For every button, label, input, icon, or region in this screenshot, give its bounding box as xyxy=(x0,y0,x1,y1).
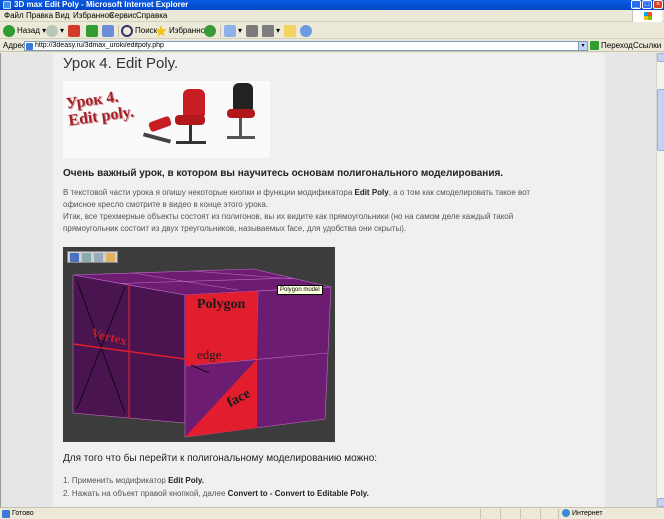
polygon-paragraph: Итак, все трехмерные объекты состоят из … xyxy=(63,212,514,233)
toolbar-separator xyxy=(220,25,221,37)
scroll-down-button[interactable] xyxy=(657,498,664,507)
back-button[interactable]: Назад ▾ xyxy=(3,24,46,38)
links-button[interactable]: Ссылки xyxy=(633,40,661,52)
history-button[interactable] xyxy=(204,24,218,38)
messenger-button[interactable] xyxy=(300,24,314,38)
vertical-scrollbar[interactable] xyxy=(656,53,664,507)
mail-icon xyxy=(224,24,236,37)
home-icon xyxy=(102,24,114,37)
status-bar: Готово Интернет xyxy=(0,507,664,519)
address-dropdown-button[interactable]: ▾ xyxy=(578,41,588,51)
list-item: 2. Нажать на объект правой кнопкой, дале… xyxy=(63,489,369,498)
print-icon xyxy=(246,24,258,37)
page-content: Урок 4. Edit Poly. Урок 4. Edit poly. Оч… xyxy=(53,53,605,507)
page-title: Урок 4. Edit Poly. xyxy=(63,55,179,72)
favorites-button[interactable]: Избранное xyxy=(155,24,210,38)
intro-paragraph: В текстовой части урока я опишу некоторы… xyxy=(63,188,531,209)
red-chair-seat xyxy=(175,115,205,125)
search-button[interactable]: Поиск xyxy=(121,24,157,38)
toolbar: Назад ▾ ▾ Поиск Избранное ▾ ▾ xyxy=(0,23,664,39)
window-titlebar: 3D max Edit Poly - Microsoft Internet Ex… xyxy=(0,0,664,10)
forward-arrow-icon xyxy=(46,24,58,37)
chair-part xyxy=(147,115,173,133)
messenger-icon xyxy=(300,24,312,37)
label-polygon: Polygon xyxy=(197,297,246,312)
ie-icon xyxy=(3,1,11,9)
lesson-subheading: Очень важный урок, в котором вы научитес… xyxy=(63,168,504,179)
black-chair-back xyxy=(233,83,253,111)
polygon-box-drawing xyxy=(72,268,332,438)
scroll-up-button[interactable] xyxy=(657,53,664,62)
toolbar-separator xyxy=(118,25,119,37)
page-viewport: Урок 4. Edit Poly. Урок 4. Edit poly. Оч… xyxy=(0,53,656,507)
home-button[interactable] xyxy=(102,24,116,38)
red-chair-base xyxy=(176,141,206,144)
polygon-diagram-image: Polygon model Polygon Vertex edge face xyxy=(63,247,335,442)
status-cell xyxy=(480,509,481,519)
print-button[interactable] xyxy=(246,24,260,38)
maximize-button[interactable]: □ xyxy=(642,0,652,9)
status-cell xyxy=(540,509,541,519)
steps-list: 1. Применить модификатор Edit Poly. 2. Н… xyxy=(63,474,369,500)
address-input[interactable]: http://3deasy.ru/3dmax_uroki/editpoly.ph… xyxy=(24,41,588,51)
page-done-icon xyxy=(2,510,10,518)
refresh-button[interactable] xyxy=(86,24,100,38)
refresh-icon xyxy=(86,24,98,37)
menu-favorites[interactable]: Избранное xyxy=(73,10,114,22)
lesson-banner-image: Урок 4. Edit poly. xyxy=(63,81,270,158)
print-icon[interactable] xyxy=(82,253,91,262)
red-chair-back xyxy=(183,89,205,117)
back-arrow-icon xyxy=(3,24,15,37)
image-toolbar[interactable] xyxy=(67,251,118,263)
black-chair-seat xyxy=(227,109,255,118)
save-icon[interactable] xyxy=(70,253,79,262)
internet-globe-icon xyxy=(562,509,570,518)
window-title: 3D max Edit Poly - Microsoft Internet Ex… xyxy=(14,0,189,9)
stop-icon xyxy=(68,24,80,37)
menu-tools[interactable]: Сервис xyxy=(109,10,136,22)
menu-edit[interactable]: Правка xyxy=(26,10,53,22)
favorites-star-icon xyxy=(155,24,167,37)
menu-file[interactable]: Файл xyxy=(4,10,24,22)
folder-button[interactable] xyxy=(284,24,298,38)
go-button[interactable]: Переход xyxy=(590,40,633,52)
chair-part xyxy=(142,132,172,144)
status-text: Готово xyxy=(12,510,34,517)
page-icon xyxy=(26,43,33,50)
minimize-button[interactable]: _ xyxy=(631,0,641,9)
menu-help[interactable]: Справка xyxy=(136,10,167,22)
polygon-tooltip: Polygon model xyxy=(277,285,323,295)
section-heading: Для того что бы перейти к полигональному… xyxy=(63,453,378,464)
status-cell xyxy=(520,509,521,519)
folder-icon xyxy=(284,24,296,37)
label-edge: edge xyxy=(197,347,222,362)
windows-logo-icon xyxy=(644,12,652,20)
scroll-thumb[interactable] xyxy=(657,89,664,151)
red-chair-stem xyxy=(189,125,192,141)
edit-icon xyxy=(262,24,274,37)
mail-button[interactable]: ▾ xyxy=(224,24,242,38)
menu-bar: Файл Правка Вид Избранное Сервис Справка xyxy=(0,10,664,22)
go-arrow-icon xyxy=(590,41,599,51)
close-button[interactable]: × xyxy=(653,0,663,9)
address-url: http://3deasy.ru/3dmax_uroki/editpoly.ph… xyxy=(35,42,164,49)
edit-button[interactable]: ▾ xyxy=(262,24,280,38)
menu-view[interactable]: Вид xyxy=(55,10,69,22)
stop-button[interactable] xyxy=(68,24,82,38)
status-cell xyxy=(500,509,501,519)
security-zone: Интернет xyxy=(562,508,603,519)
windows-flag xyxy=(632,10,662,22)
search-icon xyxy=(121,24,133,37)
history-icon xyxy=(204,24,216,37)
list-item: 1. Применить модификатор Edit Poly. xyxy=(63,476,204,485)
status-cell xyxy=(558,509,559,519)
forward-button[interactable]: ▾ xyxy=(46,24,64,38)
black-chair-base xyxy=(227,136,255,139)
black-chair-stem xyxy=(239,118,242,136)
mail-icon[interactable] xyxy=(94,253,103,262)
folder-icon[interactable] xyxy=(106,253,115,262)
banner-text: Урок 4. Edit poly. xyxy=(64,88,135,130)
address-bar: Адрес: http://3deasy.ru/3dmax_uroki/edit… xyxy=(0,40,664,52)
